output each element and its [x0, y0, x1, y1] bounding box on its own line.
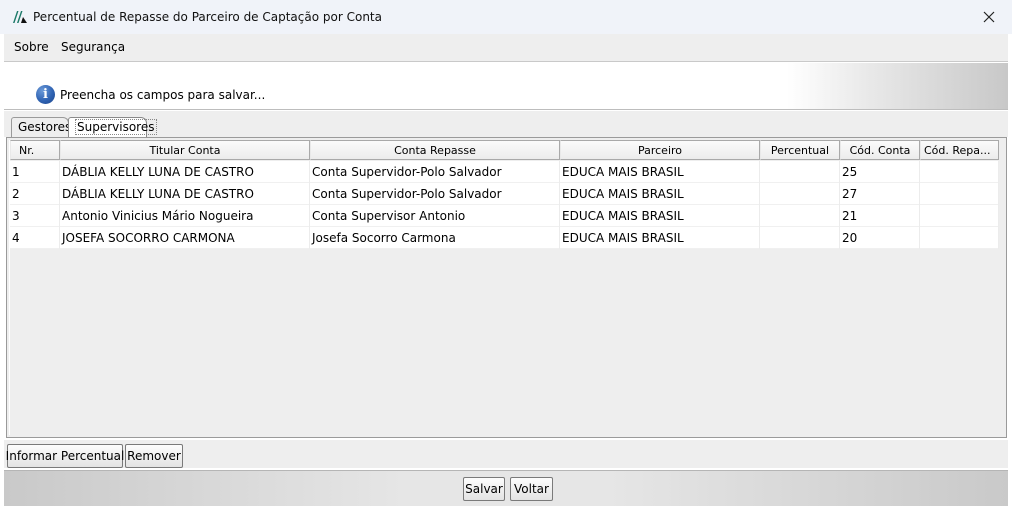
- cell-nr: 4: [10, 227, 60, 249]
- cell-parceiro: EDUCA MAIS BRASIL: [560, 205, 760, 227]
- table-header: Nr. Titular Conta Conta Repasse Parceiro…: [10, 140, 999, 160]
- table-row[interactable]: 2 DÁBLIA KELLY LUNA DE CASTRO Conta Supe…: [10, 183, 999, 205]
- column-header-parceiro[interactable]: Parceiro: [560, 140, 760, 160]
- column-header-titular-conta[interactable]: Titular Conta: [60, 140, 310, 160]
- cell-cod-conta: 27: [840, 183, 920, 205]
- title-bar: Percentual de Repasse do Parceiro de Cap…: [0, 0, 1012, 34]
- menu-bar: Sobre Segurança: [4, 34, 1008, 62]
- app-logo-icon: [13, 11, 27, 23]
- supervisores-table: Nr. Titular Conta Conta Repasse Parceiro…: [6, 137, 1007, 438]
- column-header-percentual[interactable]: Percentual: [760, 140, 840, 160]
- cell-nr: 1: [10, 161, 60, 183]
- table-row[interactable]: 1 DÁBLIA KELLY LUNA DE CASTRO Conta Supe…: [10, 161, 999, 183]
- salvar-button[interactable]: Salvar: [463, 477, 505, 501]
- cell-percentual[interactable]: [760, 161, 840, 183]
- remover-button[interactable]: Remover: [125, 444, 183, 468]
- close-button[interactable]: [966, 0, 1012, 34]
- cell-titular-conta: Antonio Vinicius Mário Nogueira: [60, 205, 310, 227]
- table-actions: Informar Percentual Remover: [4, 440, 1008, 468]
- cell-nr: 3: [10, 205, 60, 227]
- cell-conta-repasse: Conta Supervidor-Polo Salvador: [310, 161, 560, 183]
- cell-cod-repasse: [920, 183, 999, 205]
- table-row[interactable]: 3 Antonio Vinicius Mário Nogueira Conta …: [10, 205, 999, 227]
- tab-label: Gestores: [18, 120, 72, 134]
- cell-cod-conta: 20: [840, 227, 920, 249]
- tab-strip: Gestores Supervisores: [4, 111, 1008, 137]
- cell-conta-repasse: Josefa Socorro Carmona: [310, 227, 560, 249]
- info-message: Preencha os campos para salvar...: [60, 88, 266, 102]
- column-header-conta-repasse[interactable]: Conta Repasse: [310, 140, 560, 160]
- tab-label: Supervisores: [75, 119, 157, 135]
- cell-parceiro: EDUCA MAIS BRASIL: [560, 161, 760, 183]
- cell-percentual[interactable]: [760, 227, 840, 249]
- cell-cod-repasse: [920, 161, 999, 183]
- column-header-cod-repasse[interactable]: Cód. Repa...: [920, 140, 999, 160]
- cell-titular-conta: JOSEFA SOCORRO CARMONA: [60, 227, 310, 249]
- info-icon: i: [36, 85, 55, 104]
- cell-percentual[interactable]: [760, 205, 840, 227]
- column-header-cod-conta[interactable]: Cód. Conta: [840, 140, 920, 160]
- table-body: 1 DÁBLIA KELLY LUNA DE CASTRO Conta Supe…: [10, 161, 999, 249]
- window-title: Percentual de Repasse do Parceiro de Cap…: [33, 10, 382, 24]
- column-header-nr[interactable]: Nr.: [10, 140, 60, 160]
- table-row[interactable]: 4 JOSEFA SOCORRO CARMONA Josefa Socorro …: [10, 227, 999, 249]
- table-viewport: Nr. Titular Conta Conta Repasse Parceiro…: [9, 140, 999, 435]
- cell-parceiro: EDUCA MAIS BRASIL: [560, 183, 760, 205]
- cell-conta-repasse: Conta Supervisor Antonio: [310, 205, 560, 227]
- cell-cod-conta: 25: [840, 161, 920, 183]
- informar-percentual-button[interactable]: Informar Percentual: [6, 444, 124, 468]
- voltar-button[interactable]: Voltar: [510, 477, 553, 501]
- cell-cod-repasse: [920, 227, 999, 249]
- menu-sobre[interactable]: Sobre: [14, 40, 49, 54]
- cell-cod-conta: 21: [840, 205, 920, 227]
- cell-conta-repasse: Conta Supervidor-Polo Salvador: [310, 183, 560, 205]
- info-panel: i Preencha os campos para salvar...: [4, 63, 1008, 110]
- cell-parceiro: EDUCA MAIS BRASIL: [560, 227, 760, 249]
- cell-titular-conta: DÁBLIA KELLY LUNA DE CASTRO: [60, 161, 310, 183]
- cell-nr: 2: [10, 183, 60, 205]
- cell-cod-repasse: [920, 205, 999, 227]
- footer-bar: Salvar Voltar: [4, 470, 1008, 506]
- cell-titular-conta: DÁBLIA KELLY LUNA DE CASTRO: [60, 183, 310, 205]
- tab-gestores[interactable]: Gestores: [11, 117, 72, 137]
- close-icon: [983, 11, 995, 23]
- tab-supervisores[interactable]: Supervisores: [68, 117, 157, 137]
- menu-seguranca[interactable]: Segurança: [61, 40, 125, 54]
- cell-percentual[interactable]: [760, 183, 840, 205]
